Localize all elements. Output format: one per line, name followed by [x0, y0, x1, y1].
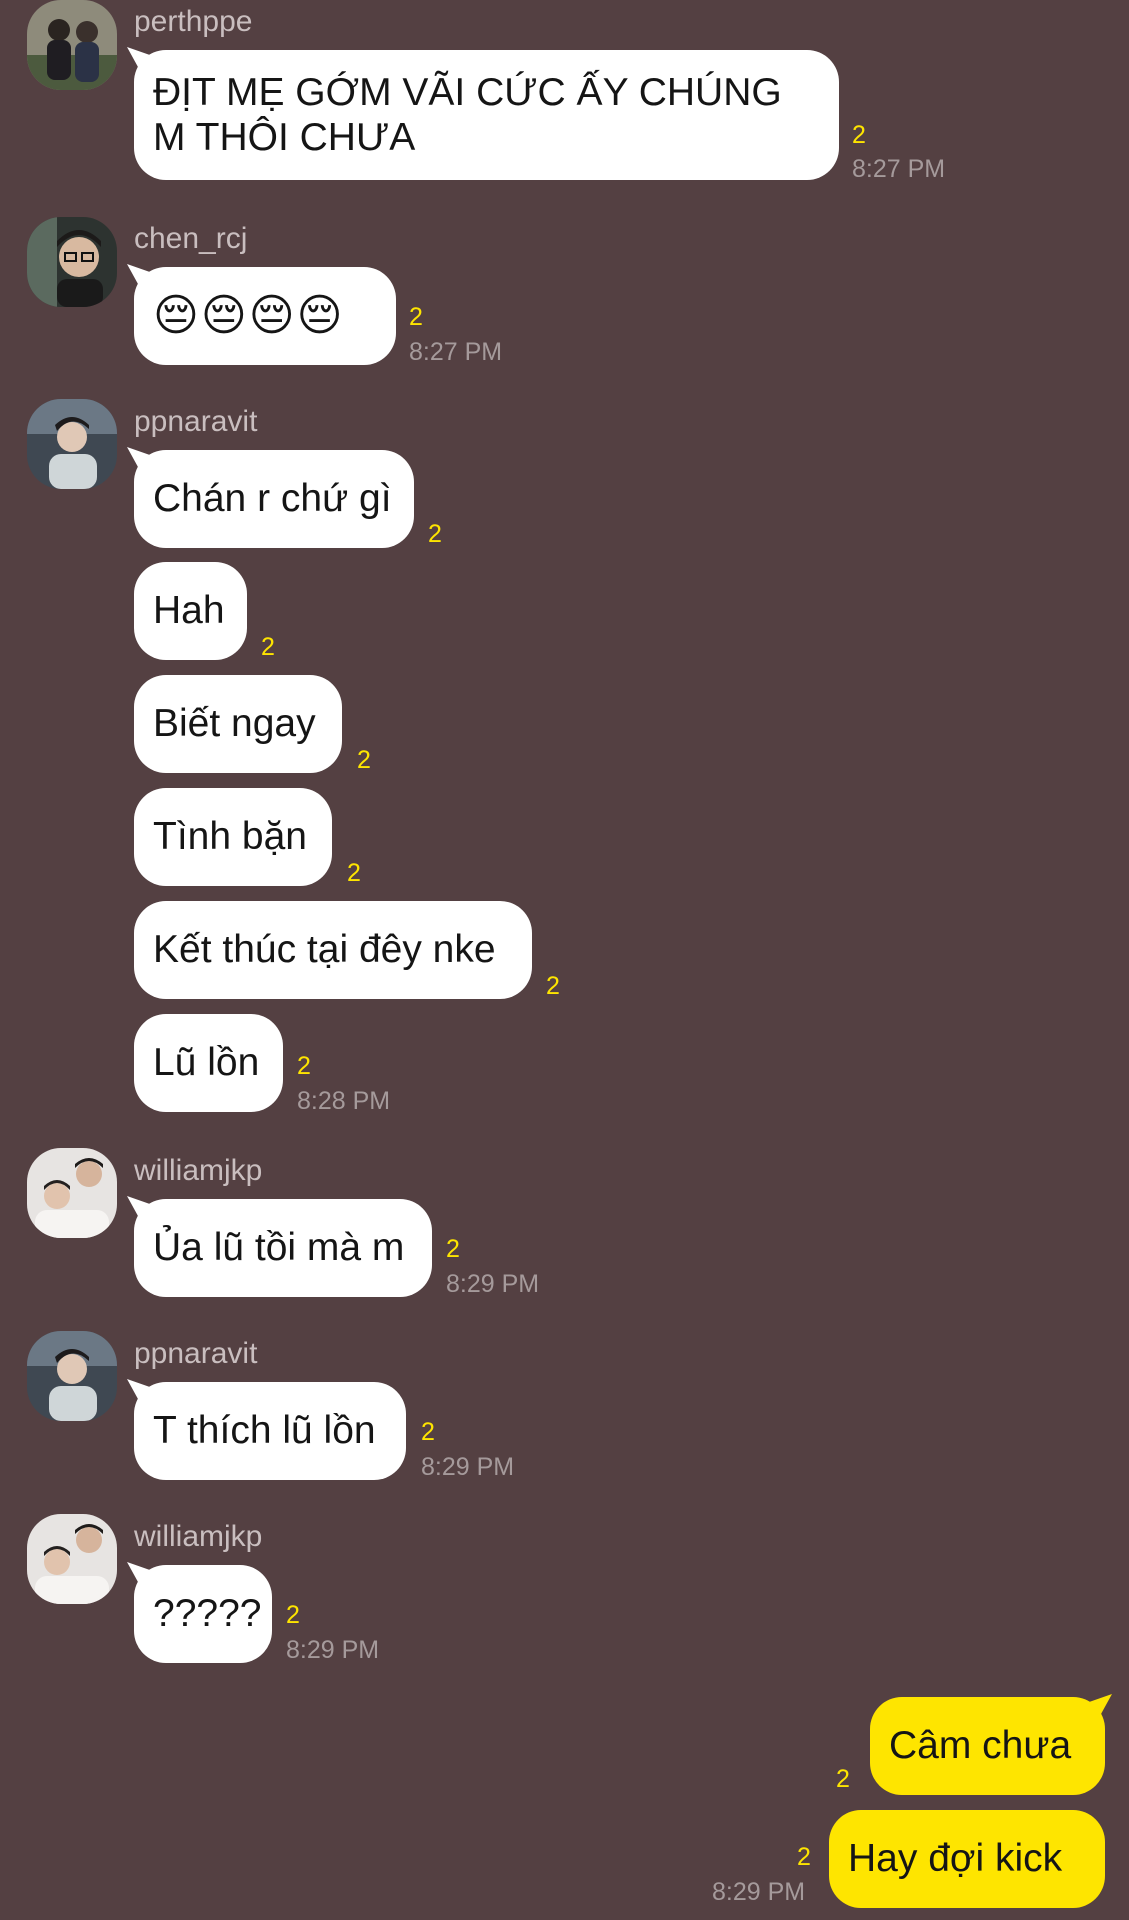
message-bubble[interactable]: Biết ngay — [134, 675, 342, 773]
message-time: 8:29 PM — [286, 1636, 380, 1664]
my-message-bubble[interactable]: Hay đợi kick — [829, 1810, 1105, 1908]
message-bubble[interactable]: Tình bặn — [134, 788, 332, 886]
avatar-williamjkp[interactable] — [27, 1148, 117, 1238]
avatar-image — [27, 1331, 117, 1421]
avatar-ppnaravit[interactable] — [27, 1331, 117, 1421]
message-bubble[interactable]: T thích lũ lồn — [134, 1382, 406, 1480]
sender-name: ppnaravit — [134, 405, 258, 438]
avatar-perthppe[interactable] — [27, 0, 117, 90]
avatar-ppnaravit[interactable] — [27, 399, 117, 489]
avatar-image — [27, 0, 117, 90]
sender-name: perthppe — [134, 5, 253, 38]
message-bubble[interactable]: ????? — [134, 1565, 272, 1663]
unread-count: 2 — [297, 1052, 311, 1080]
message-time: 8:29 PM — [712, 1878, 806, 1906]
message-time: 8:29 PM — [421, 1453, 515, 1481]
unread-count: 2 — [421, 1418, 435, 1446]
unread-count: 2 — [546, 972, 560, 1000]
unread-count: 2 — [428, 520, 442, 548]
message-bubble[interactable]: Lũ lồn — [134, 1014, 283, 1112]
unread-count: 2 — [852, 121, 866, 149]
my-message-bubble[interactable]: Câm chưa — [870, 1697, 1105, 1795]
unread-count: 2 — [261, 633, 275, 661]
unread-count: 2 — [446, 1235, 460, 1263]
message-time: 8:27 PM — [852, 155, 946, 183]
unread-count: 2 — [286, 1601, 300, 1629]
message-bubble[interactable]: ĐỊT MẸ GỚM VÃI CỨC ẤY CHÚNG M THÔI CHƯA — [134, 50, 839, 180]
message-bubble[interactable]: Chán r chứ gì — [134, 450, 414, 548]
avatar-image — [27, 1148, 117, 1238]
message-bubble[interactable]: 😔😔😔😔 — [134, 267, 396, 365]
avatar-image — [27, 399, 117, 489]
sender-name: chen_rcj — [134, 222, 248, 255]
message-bubble[interactable]: Kết thúc tại đêy nke — [134, 901, 532, 999]
sender-name: williamjkp — [134, 1520, 263, 1553]
message-time: 8:27 PM — [409, 338, 503, 366]
avatar-image — [27, 217, 117, 307]
message-time: 8:29 PM — [446, 1270, 540, 1298]
unread-count: 2 — [357, 746, 371, 774]
unread-count: 2 — [836, 1765, 850, 1793]
unread-count: 2 — [347, 859, 361, 887]
message-bubble[interactable]: Hah — [134, 562, 247, 660]
message-time: 8:28 PM — [297, 1087, 391, 1115]
sender-name: ppnaravit — [134, 1337, 258, 1370]
unread-count: 2 — [797, 1843, 811, 1871]
avatar-williamjkp[interactable] — [27, 1514, 117, 1604]
unread-count: 2 — [409, 303, 423, 331]
message-bubble[interactable]: Ủa lũ tồi mà m — [134, 1199, 432, 1297]
avatar-image — [27, 1514, 117, 1604]
sender-name: williamjkp — [134, 1154, 263, 1187]
avatar-chen-rcj[interactable] — [27, 217, 117, 307]
